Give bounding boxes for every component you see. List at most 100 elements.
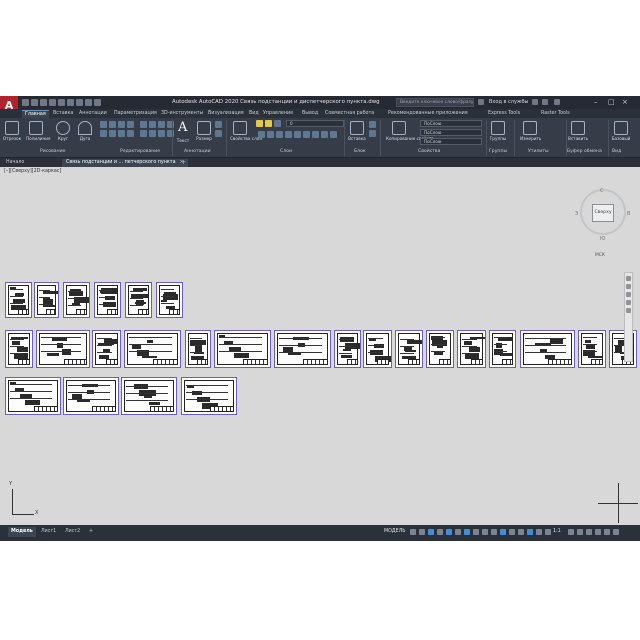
3d-osnap-icon[interactable] xyxy=(500,529,506,535)
close-icon[interactable]: × xyxy=(622,97,628,107)
layer-properties-tool[interactable]: Свойства слоя xyxy=(230,121,262,141)
ribbon-tab-parametric[interactable]: Параметризация xyxy=(114,110,157,117)
search-input[interactable]: Введите ключевое слово/фразу xyxy=(396,98,474,107)
new-tab-button[interactable]: + xyxy=(181,159,186,167)
ribbon-tab-3d-tools[interactable]: 3D-инструменты xyxy=(161,110,203,117)
drawing-sheet[interactable] xyxy=(125,282,152,318)
grid-icon[interactable] xyxy=(410,529,416,535)
stretch-icon[interactable] xyxy=(140,130,147,137)
maximize-icon[interactable]: □ xyxy=(608,97,615,107)
ribbon-tab-insert[interactable]: Вставка xyxy=(53,110,73,117)
ribbon-tab-output[interactable]: Вывод xyxy=(302,110,318,117)
ortho-icon[interactable] xyxy=(428,529,434,535)
selection-cycling-icon[interactable] xyxy=(491,529,497,535)
drawing-sheet[interactable] xyxy=(363,330,392,368)
dynamic-ucs-icon[interactable] xyxy=(509,529,515,535)
layer-isolate-icon[interactable] xyxy=(276,131,283,138)
print-icon[interactable] xyxy=(67,99,74,106)
ribbon-tab-express-tools[interactable]: Express Tools xyxy=(488,110,520,117)
redo-icon[interactable] xyxy=(85,99,92,106)
drawing-sheet[interactable] xyxy=(5,330,33,368)
lineweight-dropdown[interactable]: ПоСлою xyxy=(420,138,482,145)
drawing-sheet[interactable] xyxy=(334,330,361,368)
rectangle-icon[interactable] xyxy=(100,121,107,128)
layer-previous-icon[interactable] xyxy=(267,131,274,138)
viewport-controls[interactable]: [–][Сверху][2D-каркас] xyxy=(4,169,61,174)
share-icon[interactable] xyxy=(94,99,101,106)
layout-tab-sheet1[interactable]: Лист1 xyxy=(38,527,59,537)
table-icon[interactable] xyxy=(215,130,222,137)
drawing-sheet[interactable] xyxy=(36,330,90,368)
panel-view[interactable]: Вид xyxy=(612,149,621,154)
annotation-visibility-icon[interactable] xyxy=(536,529,542,535)
object-track-icon[interactable] xyxy=(455,529,461,535)
base-view-tool[interactable]: Базовый xyxy=(611,121,631,141)
cart-icon[interactable] xyxy=(532,99,538,105)
drawing-sheet[interactable] xyxy=(63,282,90,318)
customize-icon[interactable] xyxy=(613,529,619,535)
object-snap-icon[interactable] xyxy=(464,529,470,535)
drawing-sheet[interactable] xyxy=(181,377,237,415)
lineweight-icon[interactable] xyxy=(473,529,479,535)
gizmo-icon[interactable] xyxy=(527,529,533,535)
linetype-dropdown[interactable]: ПоСлою xyxy=(420,129,482,136)
erase-icon[interactable] xyxy=(127,130,134,137)
layer-off-icon[interactable] xyxy=(303,131,310,138)
polyline-tool[interactable]: Полилиния xyxy=(26,121,51,141)
rotate-icon[interactable] xyxy=(109,130,116,137)
drawing-sheet[interactable] xyxy=(121,377,177,415)
new-file-icon[interactable] xyxy=(22,99,29,106)
layer-dropdown[interactable]: 0 xyxy=(286,120,344,127)
steering-wheel-icon[interactable] xyxy=(626,276,631,281)
annotation-scale[interactable]: 1:1 xyxy=(553,529,561,534)
trim-icon[interactable] xyxy=(118,130,125,137)
ribbon-tab-visualize[interactable]: Визуализация xyxy=(208,110,244,117)
dimension-tool[interactable]: Размер xyxy=(194,121,214,141)
auto-scale-icon[interactable] xyxy=(545,529,551,535)
text-icon[interactable]: A xyxy=(178,120,187,135)
isolate-objects-icon[interactable] xyxy=(595,529,601,535)
panel-utilities[interactable]: Утилиты xyxy=(528,149,549,154)
ribbon-tab-view[interactable]: Вид xyxy=(249,110,259,117)
scale-icon[interactable] xyxy=(149,130,156,137)
create-block-icon[interactable] xyxy=(369,121,376,128)
layer-lock-icon[interactable] xyxy=(312,131,319,138)
tab-drawing-file[interactable]: Связь подстанции и ... петчерского пункт… xyxy=(62,159,188,167)
compass-south[interactable]: Ю xyxy=(600,236,605,242)
panel-clipboard[interactable]: Буфер обмена xyxy=(567,149,602,154)
ribbon-tab-featured-apps[interactable]: Рекомендованные приложения xyxy=(388,110,468,117)
pan-icon[interactable] xyxy=(626,284,631,289)
model-space-toggle[interactable]: МОДЕЛЬ xyxy=(384,529,406,534)
groups-tool[interactable]: Группы xyxy=(488,121,508,141)
drawing-sheet[interactable] xyxy=(156,282,183,318)
copy-icon[interactable] xyxy=(140,121,147,128)
save-as-icon[interactable] xyxy=(49,99,56,106)
layer-current-icon[interactable] xyxy=(330,131,337,138)
ribbon-tab-raster-tools[interactable]: Raster Tools xyxy=(541,110,570,117)
drawing-sheet[interactable] xyxy=(457,330,486,368)
sun-icon[interactable] xyxy=(265,120,272,127)
drawing-sheet[interactable] xyxy=(34,282,59,318)
measure-tool[interactable]: Измерить xyxy=(520,121,541,141)
circle-tool[interactable]: Круг xyxy=(53,121,73,141)
fillet-icon[interactable] xyxy=(158,121,165,128)
layer-unlock-icon[interactable] xyxy=(321,131,328,138)
zoom-icon[interactable] xyxy=(626,292,631,297)
arc-tool[interactable]: Дуга xyxy=(75,121,95,141)
panel-draw[interactable]: Рисование xyxy=(40,149,65,154)
drawing-sheet[interactable] xyxy=(185,330,211,368)
panel-annotation[interactable]: Аннотации xyxy=(184,149,211,154)
panel-properties[interactable]: Свойства xyxy=(418,149,440,154)
color-dropdown[interactable]: ПоСлою xyxy=(420,120,482,127)
polar-icon[interactable] xyxy=(437,529,443,535)
panel-modify[interactable]: Редактирование xyxy=(120,149,160,154)
selection-filter-icon[interactable] xyxy=(518,529,524,535)
text-tool[interactable]: Текст xyxy=(173,137,193,143)
ribbon-tab-manage[interactable]: Управление xyxy=(263,110,293,117)
plus-icon[interactable] xyxy=(577,529,583,535)
orbit-icon[interactable] xyxy=(626,300,631,305)
panel-block[interactable]: Блок xyxy=(354,149,366,154)
drawing-sheet[interactable] xyxy=(124,330,181,368)
transparency-icon[interactable] xyxy=(482,529,488,535)
drawing-sheet[interactable] xyxy=(395,330,423,368)
